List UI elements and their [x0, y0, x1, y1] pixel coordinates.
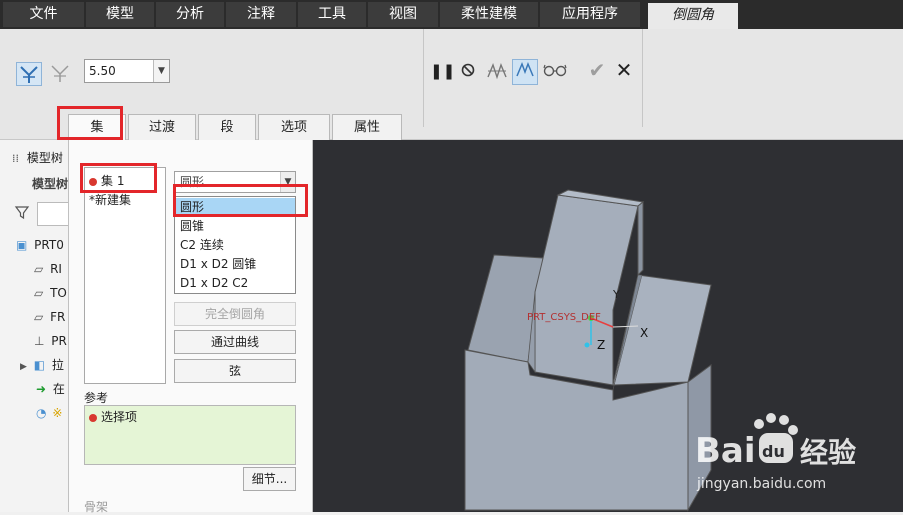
- model-tree-panel: ⁞⁞ 模型树 模型树 ▣ PRT0 ▱ RI ▱ TO ▱ FR ⊥ PR ▶ …: [0, 140, 68, 512]
- tab-properties[interactable]: 属性: [332, 114, 402, 140]
- menu-file[interactable]: 文件: [3, 2, 84, 27]
- constant-radius-icon[interactable]: [16, 62, 42, 86]
- menu-bar: 文件 模型 分析 注释 工具 视图 柔性建模 应用程序 倒圆角: [0, 0, 903, 29]
- part-model[interactable]: PRT_CSYS_DEF Y X Z Bai du 经验 jingyan.bai…: [313, 140, 903, 512]
- menu-model[interactable]: 模型: [86, 2, 154, 27]
- graphics-viewport[interactable]: PRT_CSYS_DEF Y X Z Bai du 经验 jingyan.bai…: [313, 140, 903, 512]
- tree-item-datum-plane[interactable]: ▱ RI: [34, 259, 62, 279]
- tree-search-input[interactable]: [37, 202, 68, 226]
- axis-x-label: X: [640, 326, 648, 340]
- no-preview-icon[interactable]: [458, 62, 478, 82]
- variable-radius-icon[interactable]: [48, 62, 72, 86]
- tree-subtitle: 模型树: [32, 177, 69, 191]
- filter-icon[interactable]: [14, 204, 30, 224]
- menu-round-tab[interactable]: 倒圆角: [648, 3, 738, 29]
- plane-icon: ▱: [34, 262, 44, 276]
- csys-icon: ⊥: [34, 334, 45, 348]
- csys-label: PRT_CSYS_DEF: [527, 312, 601, 323]
- menu-annotate[interactable]: 注释: [226, 2, 296, 27]
- ribbon: 5.50 ▼ ❚❚ ✔ ✕ 集 过渡 段 选项 属性: [0, 29, 903, 141]
- watermark-jingyan: 经验: [800, 436, 856, 469]
- watermark-du: du: [762, 442, 785, 461]
- annotation-box-set1: [80, 163, 157, 193]
- axis-z-label: Z: [597, 338, 605, 352]
- menu-view[interactable]: 视图: [368, 2, 438, 27]
- model-tree-icon: ⁞⁞: [12, 152, 19, 165]
- new-set-item[interactable]: *新建集: [89, 192, 131, 208]
- tree-item-insert-here[interactable]: ➜ 在: [36, 379, 65, 399]
- radius-value: 5.50: [89, 64, 116, 78]
- set-list[interactable]: 集 1 *新建集: [84, 167, 166, 384]
- separate-preview-icon[interactable]: [485, 61, 509, 83]
- reference-item[interactable]: 选择项: [89, 409, 137, 425]
- tree-header[interactable]: ⁞⁞ 模型树: [12, 148, 63, 168]
- shape-option-conic[interactable]: 圆锥: [175, 217, 295, 236]
- plane-icon: ▱: [34, 310, 44, 324]
- menu-applications[interactable]: 应用程序: [540, 2, 640, 27]
- tab-pieces[interactable]: 段: [198, 114, 256, 140]
- axis-y-label: Y: [612, 288, 620, 301]
- plane-icon: ▱: [34, 286, 44, 300]
- verify-preview-icon[interactable]: [512, 59, 538, 85]
- annotation-box-sets-tab: [57, 106, 123, 140]
- tree-item-round-feature[interactable]: ◔ ※: [36, 403, 62, 423]
- tree-item-datum-plane[interactable]: ▱ FR: [34, 307, 65, 327]
- tree-item-csys[interactable]: ⊥ PR: [34, 331, 67, 351]
- tree-item-part[interactable]: ▣ PRT0: [16, 235, 64, 255]
- skeleton-label: 骨架: [84, 500, 109, 514]
- tab-options[interactable]: 选项: [258, 114, 330, 140]
- full-round-button[interactable]: 完全倒圆角: [174, 302, 296, 326]
- chevron-down-icon[interactable]: ▼: [153, 60, 169, 82]
- checkmark-icon[interactable]: ✔: [586, 60, 608, 83]
- references-collector[interactable]: 选择项: [84, 405, 296, 465]
- details-button[interactable]: 细节...: [243, 467, 296, 491]
- part-icon: ▣: [16, 238, 28, 252]
- shape-option-c2[interactable]: C2 连续: [175, 236, 295, 255]
- tree-title: 模型树: [26, 151, 63, 165]
- references-label: 参考: [84, 391, 109, 405]
- tree-item-datum-plane[interactable]: ▱ TO: [34, 283, 67, 303]
- shape-option-d1d2-c2[interactable]: D1 x D2 C2: [175, 274, 295, 293]
- ribbon-separator: [642, 29, 643, 127]
- glasses-icon[interactable]: [543, 61, 567, 83]
- menu-flexible-modeling[interactable]: 柔性建模: [440, 2, 538, 27]
- pause-icon[interactable]: ❚❚: [430, 62, 455, 82]
- radius-input[interactable]: 5.50 ▼: [84, 59, 170, 83]
- insert-arrow-icon: ➜: [36, 382, 47, 396]
- watermark-url: jingyan.baidu.com: [696, 476, 826, 492]
- tree-item-extrude[interactable]: ▶ ◧ 拉: [20, 355, 64, 375]
- annotation-box-circular-option: [173, 184, 308, 217]
- tab-transitions[interactable]: 过渡: [128, 114, 196, 140]
- menu-tools[interactable]: 工具: [298, 2, 366, 27]
- ribbon-separator: [423, 29, 424, 127]
- cancel-icon[interactable]: ✕: [614, 60, 634, 83]
- through-curve-button[interactable]: 通过曲线: [174, 330, 296, 354]
- round-feature-icon: ◔: [36, 406, 47, 420]
- menu-analysis[interactable]: 分析: [156, 2, 224, 27]
- extrude-icon: ◧: [33, 358, 46, 372]
- expand-arrow-icon[interactable]: ▶: [20, 362, 27, 372]
- status-dot-icon: [89, 413, 97, 422]
- watermark-bai: Bai: [695, 431, 756, 471]
- shape-option-d1d2-conic[interactable]: D1 x D2 圆锥: [175, 255, 295, 274]
- chord-button[interactable]: 弦: [174, 359, 296, 383]
